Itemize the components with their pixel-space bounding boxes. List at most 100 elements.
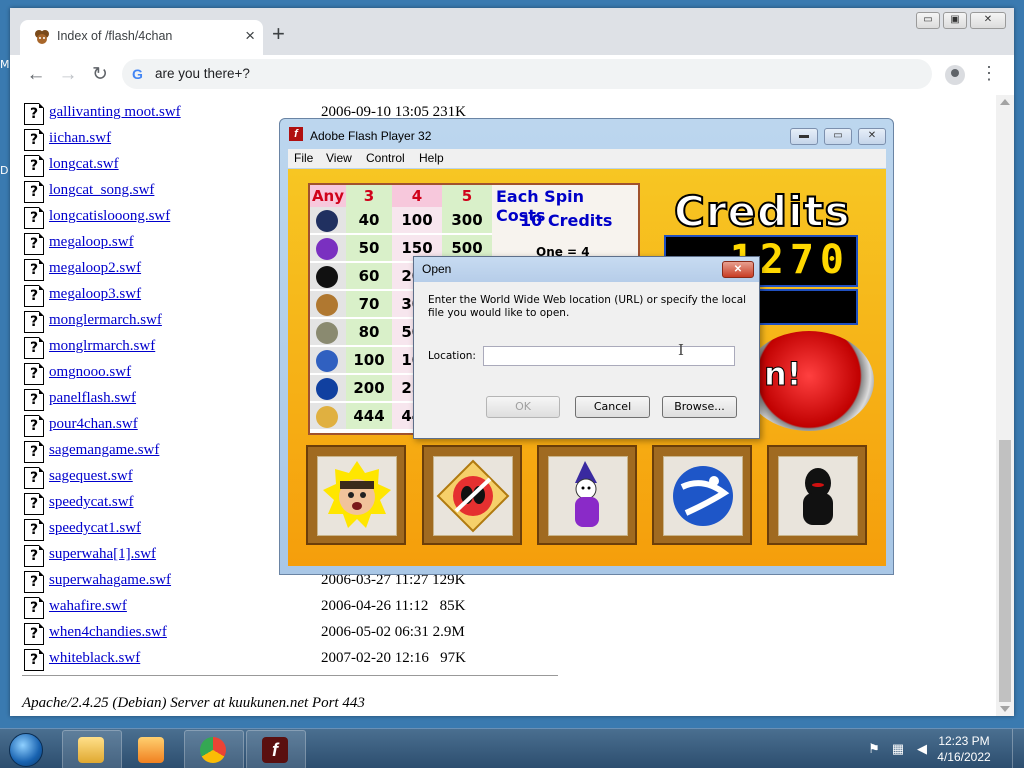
taskbar-explorer-button[interactable] — [62, 730, 122, 768]
file-link[interactable]: speedycat1.swf — [49, 520, 141, 537]
chrome-icon — [200, 737, 226, 763]
pay-header-any: Any — [310, 185, 346, 207]
flash-maximize-button[interactable]: ▭ — [824, 128, 852, 145]
file-link[interactable]: megaloop3.swf — [49, 286, 141, 303]
clock-date: 4/16/2022 — [937, 750, 991, 764]
taskbar-media-player-button[interactable] — [122, 730, 182, 768]
back-button[interactable]: ← — [22, 61, 50, 89]
taskbar-chrome-button[interactable] — [184, 730, 244, 768]
system-clock[interactable]: 12:23 PM 4/16/2022 — [936, 733, 992, 765]
server-signature: Apache/2.4.25 (Debian) Server at kuukune… — [22, 695, 365, 711]
menu-control[interactable]: Control — [366, 151, 405, 165]
file-link[interactable]: whiteblack.swf — [49, 650, 140, 667]
action-center-flag-icon[interactable]: ⚑ — [866, 741, 882, 757]
address-text[interactable]: are you there+? — [155, 66, 250, 81]
tab-strip: Index of /flash/4chan × + ▭ ▣ ✕ — [10, 8, 1014, 55]
forward-button[interactable]: → — [54, 61, 82, 89]
pay-symbol-cell — [310, 263, 346, 289]
slot-symbol-icon — [316, 266, 338, 288]
file-link[interactable]: sagemangame.swf — [49, 442, 159, 459]
profile-avatar-icon[interactable] — [945, 65, 965, 85]
credits-label: Credits — [673, 186, 851, 237]
unknown-file-icon: ? — [24, 207, 44, 229]
file-link[interactable]: monglrmarch.swf — [49, 338, 155, 355]
volume-icon[interactable]: ◀ — [914, 741, 930, 757]
unknown-file-icon: ? — [24, 571, 44, 593]
desktop-icon-label-fragment: D — [0, 164, 9, 177]
file-link[interactable]: superwaha[1].swf — [49, 546, 156, 563]
cancel-button[interactable]: Cancel — [575, 396, 650, 418]
flash-minimize-button[interactable]: ▬ — [790, 128, 818, 145]
menu-file[interactable]: File — [294, 151, 313, 165]
menu-view[interactable]: View — [326, 151, 352, 165]
menu-help[interactable]: Help — [419, 151, 444, 165]
unknown-file-icon: ? — [24, 545, 44, 567]
vertical-scrollbar[interactable] — [996, 95, 1014, 716]
reload-button[interactable]: ↻ — [86, 61, 114, 89]
file-link[interactable]: pour4chan.swf — [49, 416, 138, 433]
file-link[interactable]: sagequest.swf — [49, 468, 133, 485]
close-window-button[interactable]: ✕ — [970, 12, 1006, 29]
file-link[interactable]: megaloop2.swf — [49, 260, 141, 277]
unknown-file-icon: ? — [24, 597, 44, 619]
new-tab-button[interactable]: + — [272, 23, 285, 45]
pay-header-5: 5 — [442, 185, 492, 207]
browser-tab[interactable]: Index of /flash/4chan × — [20, 20, 263, 55]
pay-symbol-cell — [310, 207, 346, 233]
unknown-file-icon: ? — [24, 363, 44, 385]
unknown-file-icon: ? — [24, 129, 44, 151]
pay-symbol-cell — [310, 319, 346, 345]
file-link[interactable]: when4chandies.swf — [49, 624, 167, 641]
address-bar[interactable]: G are you there+? — [122, 59, 932, 89]
pay-value: 70 — [346, 291, 392, 317]
spin-cost-amount: 10 Credits — [520, 211, 613, 230]
start-button[interactable] — [2, 730, 48, 768]
scrollbar-thumb[interactable] — [999, 440, 1011, 702]
unknown-file-icon: ? — [24, 467, 44, 489]
location-input[interactable] — [483, 346, 735, 366]
file-link[interactable]: megaloop.swf — [49, 234, 134, 251]
dialog-close-button[interactable]: ✕ — [722, 261, 754, 278]
reel-symbol-diamond-icon — [433, 456, 513, 536]
maximize-button[interactable]: ▣ — [943, 12, 967, 29]
file-link[interactable]: iichan.swf — [49, 130, 111, 147]
show-desktop-button[interactable] — [1012, 729, 1024, 768]
file-link[interactable]: longcat_song.swf — [49, 182, 154, 199]
unknown-file-icon: ? — [24, 337, 44, 359]
flash-close-button[interactable]: ✕ — [858, 128, 886, 145]
chrome-menu-icon[interactable]: ⋮ — [980, 63, 998, 84]
reel-symbol-shadow-figure-icon — [778, 456, 858, 536]
spin-button-label[interactable]: n! — [763, 355, 801, 394]
minimize-button[interactable]: ▭ — [916, 12, 940, 29]
file-link[interactable]: superwahagame.swf — [49, 572, 171, 589]
slot-reel — [767, 445, 867, 545]
slot-symbol-icon — [316, 238, 338, 260]
scroll-down-arrow-icon[interactable] — [1000, 706, 1010, 712]
pay-value: 40 — [346, 207, 392, 233]
slot-reel — [306, 445, 406, 545]
file-link[interactable]: longcatislooong.swf — [49, 208, 170, 225]
dialog-message: Enter the World Wide Web location (URL) … — [428, 294, 747, 319]
taskbar: f ⚑ ▦ ◀ 12:23 PM 4/16/2022 — [0, 728, 1024, 768]
file-link[interactable]: omgnooo.swf — [49, 364, 131, 381]
unknown-file-icon: ? — [24, 181, 44, 203]
file-link[interactable]: longcat.swf — [49, 156, 119, 173]
file-link[interactable]: speedycat.swf — [49, 494, 134, 511]
file-link[interactable]: panelflash.swf — [49, 390, 136, 407]
close-tab-icon[interactable]: × — [245, 26, 255, 46]
unknown-file-icon: ? — [24, 493, 44, 515]
browse-button[interactable]: Browse... — [662, 396, 737, 418]
network-icon[interactable]: ▦ — [890, 741, 906, 757]
ok-button[interactable]: OK — [486, 396, 560, 418]
pay-row: 40 100 300 — [310, 207, 492, 233]
flash-window-title: Adobe Flash Player 32 — [310, 129, 432, 143]
scroll-up-arrow-icon[interactable] — [1000, 99, 1010, 105]
clock-time: 12:23 PM — [938, 734, 990, 748]
taskbar-flash-button[interactable]: f — [246, 730, 306, 768]
unknown-file-icon: ? — [24, 233, 44, 255]
pay-value: 60 — [346, 263, 392, 289]
file-link[interactable]: gallivanting moot.swf — [49, 104, 181, 121]
file-link[interactable]: wahafire.swf — [49, 598, 127, 615]
file-link[interactable]: monglermarch.swf — [49, 312, 162, 329]
windows-logo-icon — [9, 733, 43, 767]
